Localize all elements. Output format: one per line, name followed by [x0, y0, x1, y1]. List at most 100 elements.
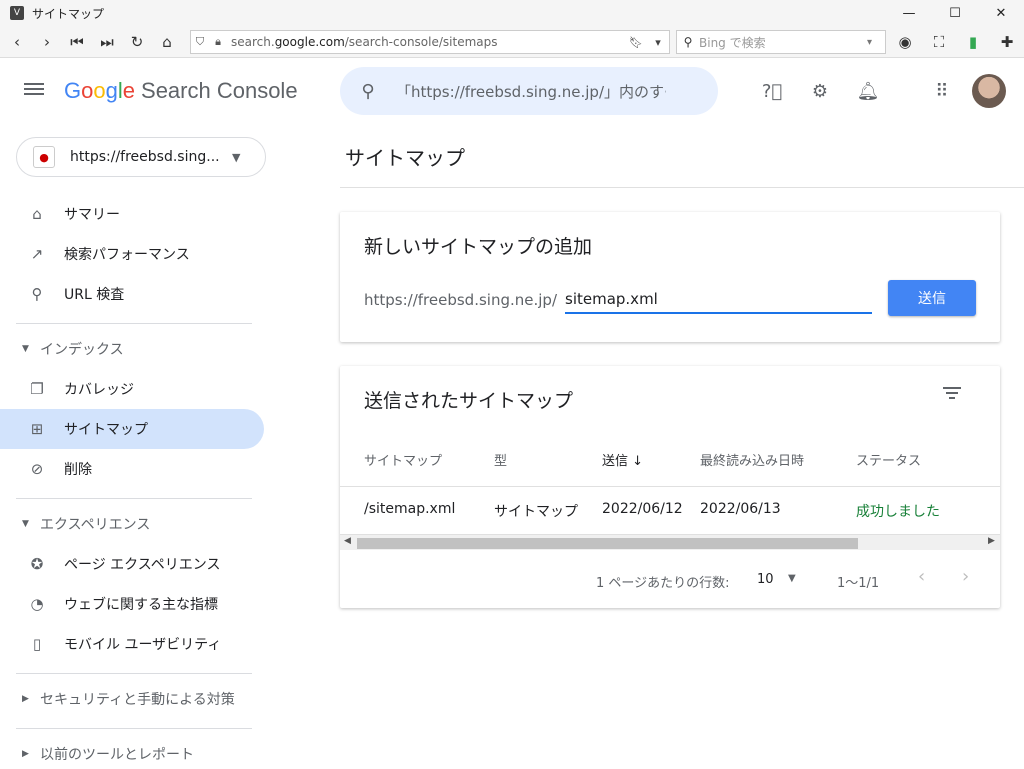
next-page-icon[interactable]: ›	[962, 566, 969, 587]
column-header-status[interactable]: ステータス	[856, 450, 921, 469]
divider	[16, 673, 252, 674]
search-dropdown-icon[interactable]: ▾	[867, 37, 885, 48]
url-dropdown-icon[interactable]: ▾	[647, 36, 669, 49]
minimize-button[interactable]: —	[886, 0, 932, 26]
sidebar-item-performance[interactable]: ↗ 検索パフォーマンス	[0, 234, 264, 274]
back-icon[interactable]: ‹	[4, 29, 30, 55]
url-bar[interactable]: ⛉ 🔒︎ search.google.com/search-console/si…	[190, 30, 670, 54]
sidebar: ● https://freebsd.sing.... ▼ ⌂ サマリー ↗ 検索…	[0, 124, 280, 768]
sidebar-item-removals[interactable]: ⊘ 削除	[0, 449, 264, 489]
sitemap-url-input[interactable]	[565, 286, 872, 314]
caret-down-icon: ▼	[22, 344, 29, 354]
star-circle-icon: ✪	[30, 555, 44, 573]
caret-down-icon[interactable]: ▼	[788, 573, 796, 584]
apps-grid-icon[interactable]: ⠿	[929, 78, 955, 104]
section-security[interactable]: ▶ セキュリティと手動による対策	[0, 684, 264, 714]
caret-right-icon: ▶	[22, 749, 29, 759]
avatar[interactable]	[972, 74, 1006, 108]
sort-arrow-icon: ↓	[632, 454, 644, 469]
trending-up-icon: ↗	[30, 245, 44, 263]
browser-search-bar[interactable]: ⚲ Bing で検索 ▾	[676, 30, 886, 54]
shield-icon: ⛉	[195, 35, 205, 48]
sidebar-item-mobile-usability[interactable]: ▯ モバイル ユーザビリティ	[0, 624, 264, 664]
sidebar-item-url-inspection[interactable]: ⚲ URL 検査	[0, 274, 264, 314]
section-experience[interactable]: ▼ エクスペリエンス	[0, 509, 264, 539]
notifications-icon[interactable]: 🔔︎	[855, 78, 881, 104]
inspect-url-search[interactable]: ⚲ 「https://freebsd.sing.ne.jp/」内のす·	[340, 67, 718, 115]
add-sitemap-title: 新しいサイトマップの追加	[364, 236, 593, 258]
scroll-right-icon[interactable]: ▶	[988, 536, 995, 546]
sidebar-item-summary[interactable]: ⌂ サマリー	[0, 194, 264, 234]
cell-last-read: 2022/06/13	[700, 501, 781, 517]
reload-icon[interactable]: ↻	[124, 29, 150, 55]
divider	[16, 728, 252, 729]
property-name: https://freebsd.sing....	[70, 149, 220, 165]
scrollbar-thumb[interactable]	[357, 538, 858, 549]
capture-icon[interactable]: ⛶	[922, 29, 956, 55]
filter-icon[interactable]	[942, 384, 962, 404]
menu-icon[interactable]	[24, 80, 46, 102]
submitted-sitemaps-title: 送信されたサイトマップ	[364, 390, 574, 412]
rewind-icon[interactable]: ⏮	[64, 29, 90, 55]
profile-icon[interactable]: ◉	[888, 29, 922, 55]
add-sitemap-card: 新しいサイトマップの追加 https://freebsd.sing.ne.jp/…	[340, 212, 1000, 342]
sitemap-icon: ⊞	[30, 420, 44, 438]
user-settings-icon[interactable]: ⚙	[807, 78, 833, 104]
column-header-sitemap[interactable]: サイトマップ	[364, 450, 442, 469]
search-icon: ⚲	[31, 285, 43, 303]
chevron-down-icon: ▼	[232, 150, 241, 164]
column-header-submitted[interactable]: 送信 ↓	[602, 450, 643, 469]
url-text[interactable]: search.google.com/search-console/sitemap…	[231, 35, 625, 49]
app-header: Google Search Console ⚲ 「https://freebsd.…	[0, 58, 1024, 124]
divider	[16, 323, 252, 324]
google-search-console-logo[interactable]: Google Search Console	[64, 78, 298, 104]
rows-per-page-select[interactable]: 10	[757, 572, 774, 587]
section-legacy[interactable]: ▶ 以前のツールとレポート	[0, 739, 264, 769]
sidebar-item-page-experience[interactable]: ✪ ページ エクスペリエンス	[0, 544, 264, 584]
search-input[interactable]: 「https://freebsd.sing.ne.jp/」内のす·	[396, 81, 666, 102]
window-controls: — ☐ ✕	[886, 0, 1024, 26]
divider	[340, 486, 1000, 487]
site-favicon: ●	[33, 146, 55, 168]
property-selector[interactable]: ● https://freebsd.sing.... ▼	[16, 137, 266, 177]
column-header-type[interactable]: 型	[494, 450, 507, 469]
sidebar-item-coverage[interactable]: ❐ カバレッジ	[0, 369, 264, 409]
column-header-last-read[interactable]: 最終読み込み日時	[700, 450, 804, 469]
divider	[340, 187, 1024, 188]
rows-per-page-label: 1 ページあたりの行数:	[596, 576, 730, 591]
copy-icon: ❐	[30, 380, 44, 398]
home-icon[interactable]: ⌂	[154, 29, 180, 55]
search-engine-icon[interactable]: ⚲	[677, 35, 699, 49]
help-icon[interactable]: ?⃝	[759, 78, 785, 104]
cell-sitemap[interactable]: /sitemap.xml	[364, 501, 455, 517]
pagination-range: 1〜1/1	[837, 576, 880, 591]
maximize-button[interactable]: ☐	[932, 0, 978, 26]
search-icon[interactable]: ⚲	[340, 81, 396, 102]
browser-search-placeholder: Bing で検索	[699, 35, 766, 50]
caret-right-icon: ▶	[22, 694, 29, 704]
smartphone-icon: ▯	[32, 635, 42, 653]
previous-page-icon[interactable]: ‹	[918, 566, 925, 587]
speedometer-icon: ◔	[30, 595, 44, 613]
caret-down-icon: ▼	[22, 519, 29, 529]
scroll-left-icon[interactable]: ◀	[344, 536, 351, 546]
forward-icon[interactable]: ›	[34, 29, 60, 55]
horizontal-scrollbar[interactable]: ◀ ▶	[340, 534, 1000, 550]
bookmark-panel-icon[interactable]: ▮	[956, 29, 990, 55]
extensions-icon[interactable]: ✚	[990, 29, 1024, 55]
close-button[interactable]: ✕	[978, 0, 1024, 26]
section-index[interactable]: ▼ インデックス	[0, 334, 264, 364]
sidebar-item-sitemaps[interactable]: ⊞ サイトマップ	[0, 409, 264, 449]
browser-toolbar: ‹ › ⏮ ⏭ ↻ ⌂ ⛉ 🔒︎ search.google.com/searc…	[0, 26, 1024, 58]
eye-off-icon: ⊘	[30, 460, 44, 478]
site-url-prefix: https://freebsd.sing.ne.jp/	[364, 291, 557, 309]
fast-forward-icon[interactable]: ⏭	[94, 29, 120, 55]
submit-button[interactable]: 送信	[888, 280, 976, 316]
bookmark-icon[interactable]: 🔖︎	[625, 36, 647, 49]
status-badge: 成功しました	[856, 504, 940, 520]
sidebar-item-core-web-vitals[interactable]: ◔ ウェブに関する主な指標	[0, 584, 264, 624]
lock-icon: 🔒︎	[215, 35, 221, 48]
cell-submitted: 2022/06/12	[602, 501, 683, 517]
window-title: サイトマップ	[32, 6, 105, 21]
window-titlebar: V サイトマップ — ☐ ✕	[0, 0, 1024, 26]
